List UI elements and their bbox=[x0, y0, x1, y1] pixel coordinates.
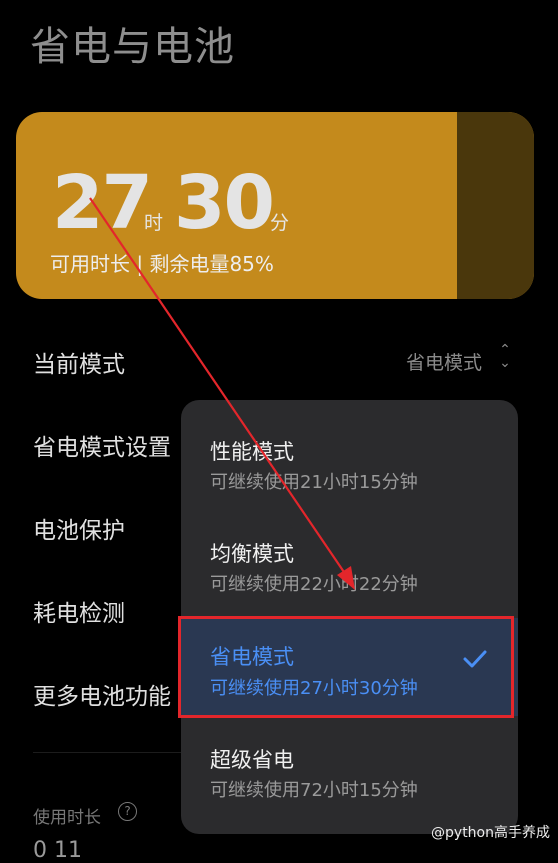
current-mode-label: 当前模式 bbox=[33, 352, 125, 378]
watermark: @python高手养成 bbox=[431, 825, 550, 841]
minutes-unit: 分 bbox=[270, 212, 290, 234]
power-saving-settings-row[interactable]: 省电模式设置 bbox=[33, 428, 171, 462]
divider bbox=[33, 752, 193, 753]
hours-unit: 时 bbox=[144, 212, 164, 234]
help-icon[interactable]: ? bbox=[118, 802, 137, 821]
battery-protection-row[interactable]: 电池保护 bbox=[33, 511, 125, 545]
option-balanced[interactable]: 均衡模式 可继续使用22小时22分钟 bbox=[181, 502, 518, 614]
option-title: 均衡模式 bbox=[210, 542, 294, 566]
option-subtitle: 可继续使用72小时15分钟 bbox=[210, 780, 418, 801]
chevron-up-down-icon[interactable]: ⌃ ⌄ bbox=[498, 343, 512, 370]
option-subtitle: 可继续使用21小时15分钟 bbox=[210, 472, 418, 493]
battery-empty-portion bbox=[457, 112, 534, 299]
option-performance[interactable]: 性能模式 可继续使用21小时15分钟 bbox=[181, 400, 518, 502]
power-consumption-check-row[interactable]: 耗电检测 bbox=[33, 594, 125, 628]
usage-duration-label: 使用时长 bbox=[33, 808, 101, 828]
page-title: 省电与电池 bbox=[30, 24, 235, 70]
option-title: 性能模式 bbox=[210, 440, 294, 464]
remaining-minutes: 30 bbox=[174, 160, 275, 246]
battery-subtitle: 可用时长 | 剩余电量85% bbox=[50, 252, 274, 276]
usage-value: 0 11 bbox=[33, 838, 82, 863]
option-title: 超级省电 bbox=[210, 748, 294, 772]
more-battery-features-row[interactable]: 更多电池功能 bbox=[33, 677, 171, 711]
remaining-hours: 27 bbox=[52, 160, 153, 246]
current-mode-value[interactable]: 省电模式 bbox=[406, 348, 482, 375]
battery-card: 27 时 30 分 可用时长 | 剩余电量85% bbox=[16, 112, 534, 299]
annotation-highlight-box bbox=[178, 616, 514, 718]
option-subtitle: 可继续使用22小时22分钟 bbox=[210, 574, 418, 595]
option-super-saving[interactable]: 超级省电 可继续使用72小时15分钟 bbox=[181, 722, 518, 834]
